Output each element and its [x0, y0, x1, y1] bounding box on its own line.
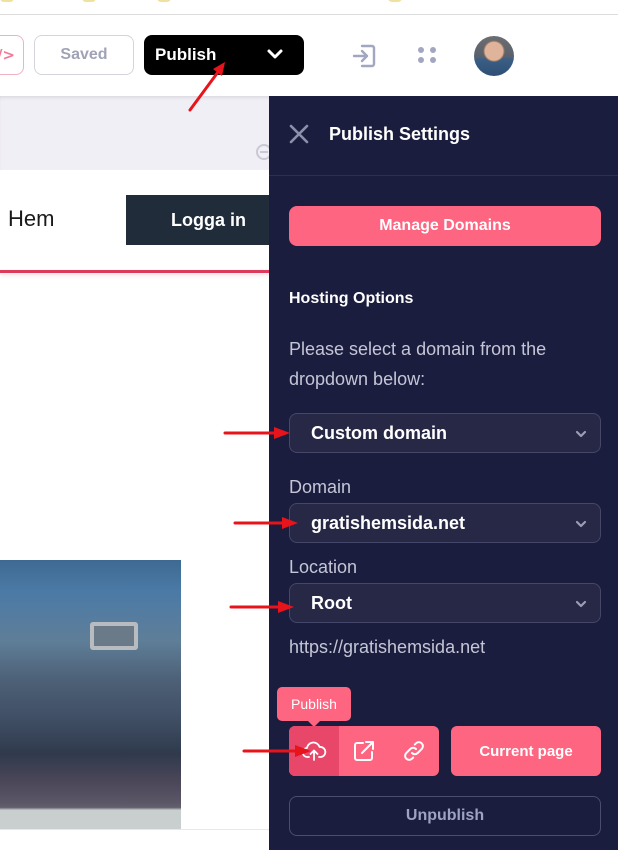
- panel-header: Publish Settings: [269, 96, 618, 176]
- domain-label: Domain: [289, 477, 352, 497]
- copy-link-button[interactable]: [389, 726, 439, 776]
- site-navbar: Hem Logga in: [0, 170, 276, 270]
- domain-value: gratishemsida.net: [311, 512, 466, 533]
- location-label: Location: [289, 557, 358, 577]
- annotation-arrow: [188, 62, 225, 112]
- published-url[interactable]: https://gratishemsida.net: [289, 637, 485, 658]
- app-root: /> Saved Publish Hem Logga in Publish Se…: [0, 0, 618, 850]
- login-button[interactable]: Logga in: [126, 195, 276, 245]
- site-hero-image: [0, 560, 181, 829]
- domain-select[interactable]: gratishemsida.net: [289, 503, 601, 543]
- current-page-label: Current page: [479, 742, 573, 760]
- user-avatar[interactable]: [474, 36, 514, 76]
- nav-accent-line: [0, 270, 270, 273]
- unpublish-label: Unpublish: [405, 807, 485, 824]
- code-view-button[interactable]: />: [0, 35, 24, 75]
- decor-dot: [82, 0, 96, 2]
- manage-domains-button[interactable]: Manage Domains: [289, 206, 601, 246]
- external-link-icon: [354, 741, 374, 761]
- location-select[interactable]: Root: [289, 583, 601, 623]
- hosting-type-select[interactable]: Custom domain: [289, 413, 601, 453]
- annotation-arrow: [242, 745, 311, 757]
- publish-tooltip: Publish: [277, 687, 351, 727]
- panel-title: Publish Settings: [329, 124, 471, 144]
- manage-domains-label: Manage Domains: [379, 217, 511, 234]
- saved-label: Saved: [60, 46, 108, 63]
- hosting-description: Please select a domain from the dropdown…: [289, 339, 547, 389]
- sign-in-icon[interactable]: [350, 42, 378, 70]
- chevron-down-icon: [267, 49, 283, 59]
- dots-grid-icon[interactable]: [413, 42, 441, 70]
- nav-link-home[interactable]: Hem: [8, 206, 54, 232]
- decor-dot: [0, 0, 14, 2]
- decor-dot: [388, 0, 402, 2]
- close-icon[interactable]: [289, 124, 309, 144]
- divider: [0, 829, 270, 830]
- chevron-down-icon: [575, 600, 587, 608]
- current-page-button[interactable]: Current page: [451, 726, 601, 776]
- unpublish-button[interactable]: Unpublish: [289, 796, 601, 836]
- chevron-down-icon: [575, 520, 587, 528]
- annotation-arrow: [233, 517, 298, 529]
- hosting-options-heading: Hosting Options: [289, 290, 414, 307]
- image-detail: [90, 622, 138, 650]
- publish-settings-panel: Publish Settings Manage Domains Hosting …: [269, 96, 618, 850]
- top-strip: [0, 0, 618, 15]
- annotation-arrow: [223, 427, 290, 439]
- saved-button[interactable]: Saved: [34, 35, 134, 75]
- open-site-button[interactable]: [339, 726, 389, 776]
- editor-toolbar: /> Saved Publish: [0, 16, 618, 96]
- link-icon: [404, 741, 424, 761]
- annotation-arrow: [229, 601, 294, 613]
- login-label: Logga in: [171, 209, 246, 230]
- hosting-type-value: Custom domain: [311, 422, 448, 443]
- chevron-down-icon: [575, 430, 587, 438]
- tooltip-text: Publish: [291, 696, 337, 712]
- code-icon: />: [0, 46, 15, 64]
- location-value: Root: [311, 592, 352, 613]
- decor-dot: [157, 0, 171, 2]
